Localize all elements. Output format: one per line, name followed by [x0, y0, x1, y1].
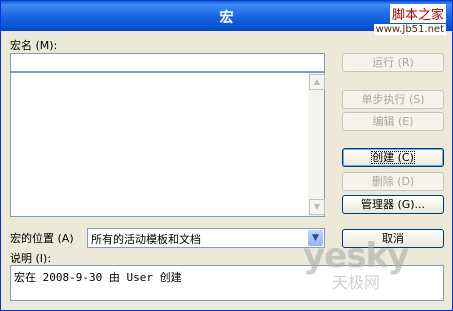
watermark-url: www.Jb51.net	[373, 24, 446, 35]
run-button[interactable]: 运行 (R)	[342, 53, 444, 72]
description-label: 说明 (I):	[10, 252, 52, 265]
macro-list-scrollbar[interactable]: ▲ ▼	[308, 73, 325, 216]
macro-name-label: 宏名 (M):	[10, 39, 58, 52]
macro-name-input[interactable]	[10, 53, 325, 72]
location-select[interactable]: 所有的活动模板和文档 ▼	[87, 228, 325, 248]
macros-dialog: 宏 脚本之家 www.Jb51.net 宏名 (M): ▲ ▼ 运行 (R) 单…	[0, 0, 453, 311]
location-label: 宏的位置 (A)	[10, 232, 74, 245]
delete-button[interactable]: 删除 (D)	[342, 172, 444, 191]
organizer-button[interactable]: 管理器 (G)...	[342, 195, 444, 214]
watermark-top: 脚本之家 www.Jb51.net	[373, 4, 446, 35]
create-button[interactable]: 创建 (C)	[342, 148, 444, 167]
macro-list[interactable]: ▲ ▼	[10, 72, 325, 217]
watermark-bottom-sub: 天极网	[332, 273, 381, 292]
watermark-site: 脚本之家	[389, 4, 446, 23]
edit-button[interactable]: 编辑 (E)	[342, 112, 444, 131]
create-button-label: 创建 (C)	[371, 151, 415, 164]
step-into-button[interactable]: 单步执行 (S)	[342, 90, 444, 109]
title-bar[interactable]: 宏 脚本之家 www.Jb51.net	[1, 1, 452, 35]
scroll-up-icon[interactable]: ▲	[309, 74, 325, 90]
description-value: 宏在 2008-9-30 由 User 创建	[14, 271, 182, 284]
scroll-down-icon[interactable]: ▼	[309, 199, 325, 215]
location-value: 所有的活动模板和文档	[91, 233, 201, 246]
